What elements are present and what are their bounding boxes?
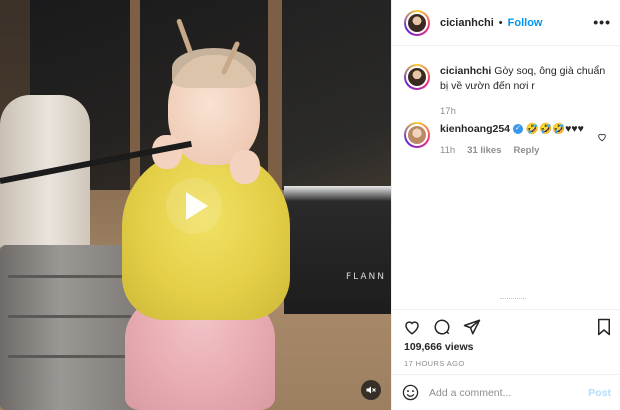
video-player[interactable]: FLANN	[0, 0, 391, 410]
author-username[interactable]: cicianhchi	[440, 17, 494, 29]
emoji-icon[interactable]	[402, 384, 419, 401]
verified-badge-icon: ✓	[512, 124, 523, 135]
follow-button[interactable]: Follow	[508, 17, 543, 29]
heart-icon[interactable]	[403, 318, 421, 336]
post-panel: cicianhchi • Follow ••• cicianhchi Gòy s…	[391, 0, 620, 410]
comment-item: kienhoang254 ✓ 🤣🤣🤣♥♥♥ 11h 31 likes Reply	[404, 122, 614, 158]
avatar[interactable]	[404, 64, 430, 90]
mute-icon	[366, 386, 376, 394]
comments-list: cicianhchi Gòy soq, ông già chuẩn bị về …	[392, 46, 620, 309]
caption-username[interactable]: cicianhchi	[440, 65, 491, 77]
play-icon	[186, 192, 208, 220]
comment-icon[interactable]	[433, 318, 451, 336]
loading-indicator	[500, 298, 526, 300]
shopping-bag	[284, 186, 391, 314]
child-jacket	[122, 150, 290, 320]
caption-time[interactable]: 17h	[440, 104, 456, 119]
save-icon[interactable]	[596, 318, 612, 336]
post-comment-button[interactable]: Post	[588, 387, 611, 399]
post-actions: 109,666 views 17 HOURS AGO	[392, 309, 620, 379]
caption: cicianhchi Gòy soq, ông già chuẩn bị về …	[404, 64, 614, 119]
more-options-icon[interactable]: •••	[593, 14, 611, 30]
like-comment-icon	[598, 133, 606, 142]
child-hair	[172, 48, 256, 88]
post-header: cicianhchi • Follow •••	[392, 0, 620, 46]
add-comment-bar: Post	[392, 374, 620, 410]
background-window-right	[280, 0, 391, 190]
comment-input[interactable]	[429, 386, 589, 399]
child-hand	[230, 150, 260, 184]
avatar[interactable]	[404, 122, 430, 148]
comment-time[interactable]: 11h	[440, 143, 455, 158]
window-frame	[130, 0, 140, 195]
view-count[interactable]: 109,666 views	[404, 341, 473, 353]
separator-dot: •	[498, 16, 503, 29]
share-icon[interactable]	[463, 318, 481, 336]
reply-button[interactable]: Reply	[514, 143, 540, 158]
comment-username[interactable]: kienhoang254	[440, 123, 510, 135]
mute-button[interactable]	[361, 380, 381, 400]
like-comment-button[interactable]	[597, 132, 607, 145]
comment-text: 🤣🤣🤣♥♥♥	[525, 123, 584, 135]
bag-brand-text: FLANN	[346, 272, 387, 282]
window-frame	[268, 0, 282, 195]
avatar[interactable]	[404, 9, 430, 36]
comment-likes[interactable]: 31 likes	[467, 143, 501, 158]
play-button[interactable]	[166, 178, 222, 234]
post-timestamp[interactable]: 17 HOURS AGO	[404, 359, 465, 368]
